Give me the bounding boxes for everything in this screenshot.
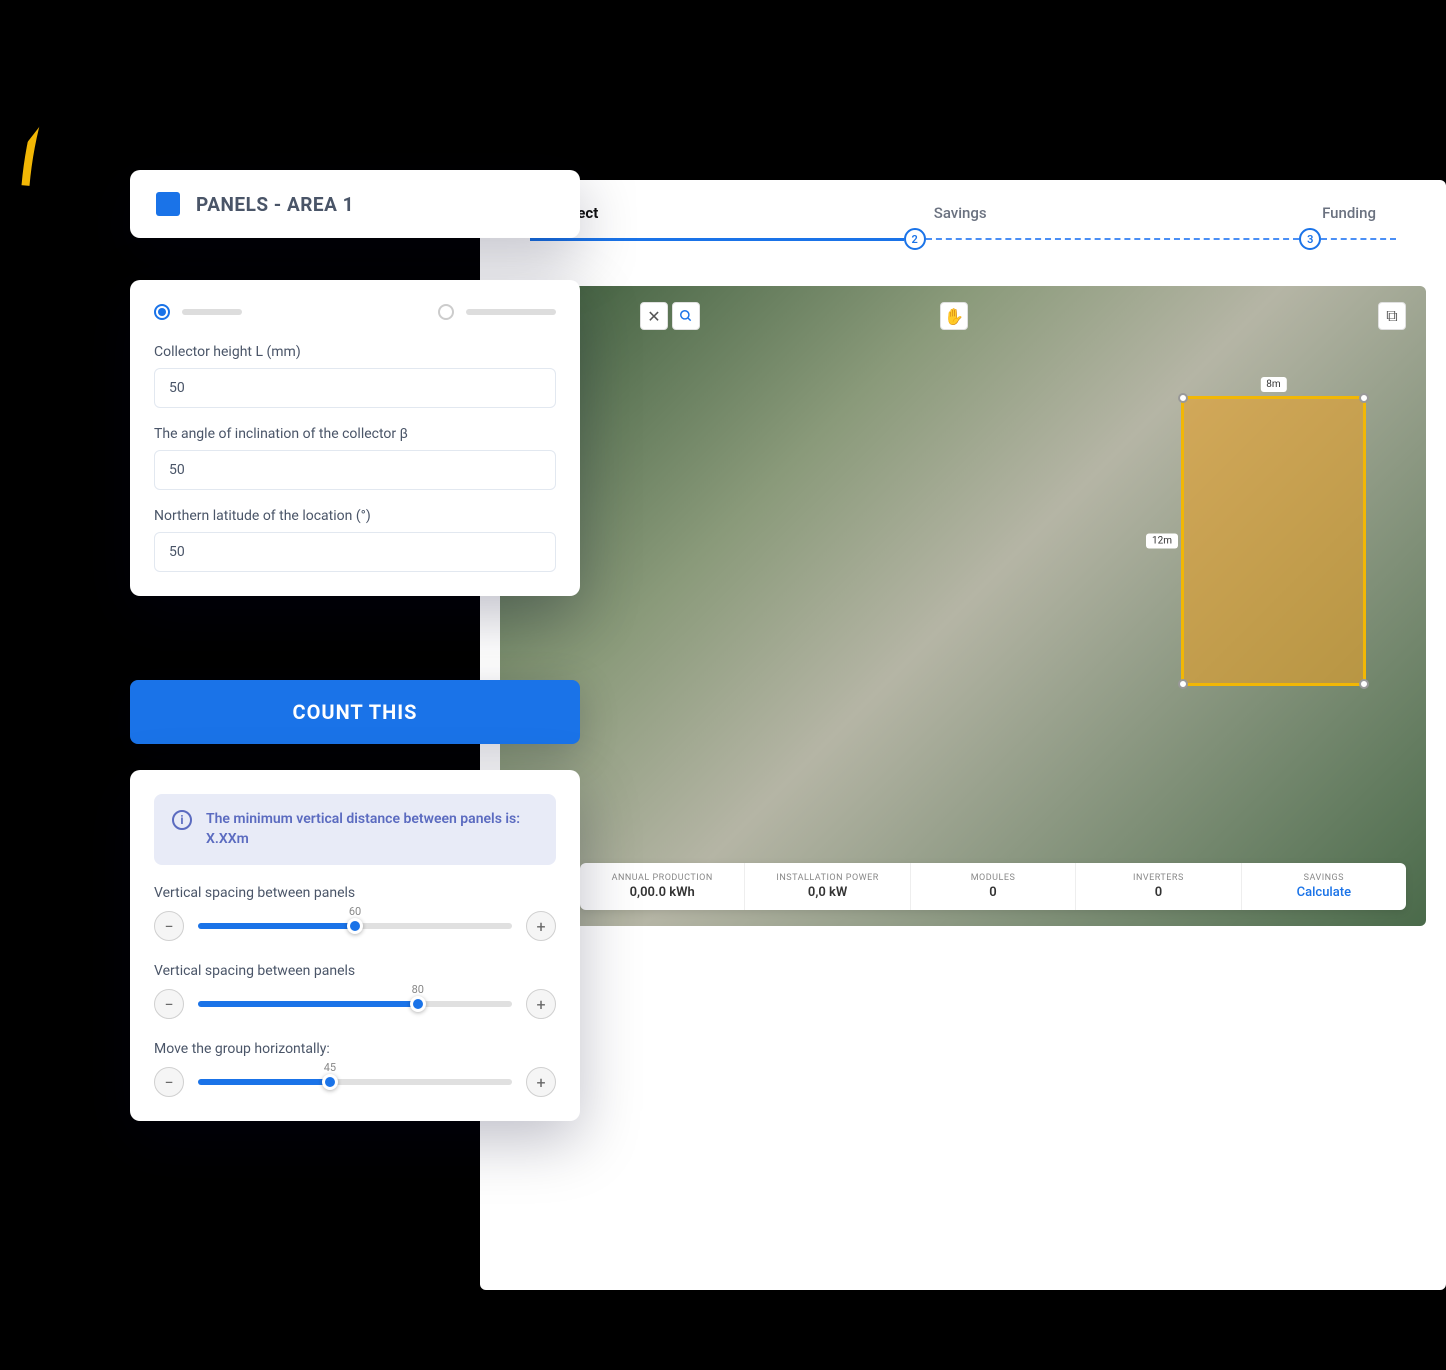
- panel-form-card: Collector height L (mm) The angle of inc…: [130, 280, 580, 596]
- inclination-label: The angle of inclination of the collecto…: [154, 426, 556, 442]
- info-text: The minimum vertical distance between pa…: [206, 810, 538, 849]
- radio-placeholder: [466, 309, 556, 315]
- step-circle-3: 3: [1299, 228, 1321, 250]
- stat-value: 0,00.0 kWh: [590, 885, 734, 900]
- stat-label: SAVINGS: [1252, 873, 1396, 883]
- radio-option1[interactable]: [154, 304, 170, 320]
- increment-button[interactable]: +: [526, 989, 556, 1019]
- stat-label: MODULES: [921, 873, 1065, 883]
- mode-selector: [154, 304, 556, 320]
- search-icon[interactable]: [672, 302, 700, 330]
- stat-value: 0,0 kW: [755, 885, 899, 900]
- resize-handle-tl[interactable]: [1178, 393, 1188, 403]
- dimension-width: 8m: [1260, 377, 1286, 392]
- stat-label: INSTALLATION POWER: [755, 873, 899, 883]
- decrement-button[interactable]: −: [154, 989, 184, 1019]
- stat-modules: MODULES 0: [911, 863, 1076, 910]
- close-icon[interactable]: ✕: [640, 302, 668, 330]
- vspace1-slider[interactable]: 60: [198, 923, 512, 929]
- step-funding[interactable]: Funding: [1322, 204, 1376, 222]
- slider-value: 80: [412, 983, 424, 996]
- latitude-input[interactable]: [154, 532, 556, 572]
- resize-handle-bl[interactable]: [1178, 679, 1188, 689]
- calculate-link[interactable]: Calculate: [1252, 885, 1396, 900]
- vspace2-slider[interactable]: 80: [198, 1001, 512, 1007]
- stat-power: INSTALLATION POWER 0,0 kW: [745, 863, 910, 910]
- dimension-height: 12m: [1146, 534, 1178, 549]
- slider-value: 45: [324, 1061, 336, 1074]
- panel-header-card: PANELS - AREA 1: [130, 170, 580, 238]
- area-selection[interactable]: 8m 12m: [1181, 396, 1366, 686]
- collector-height-input[interactable]: [154, 368, 556, 408]
- info-icon: i: [172, 810, 192, 830]
- info-alert: i The minimum vertical distance between …: [154, 794, 556, 865]
- stats-bar: ANNUAL PRODUCTION 0,00.0 kWh INSTALLATIO…: [580, 863, 1406, 910]
- stat-inverters: INVERTERS 0: [1076, 863, 1241, 910]
- hmove-label: Move the group horizontally:: [154, 1041, 556, 1057]
- map-toolbar-left: ✕: [640, 302, 700, 330]
- step-line-1: [530, 238, 904, 241]
- map-view[interactable]: ✕ ✋ ⧉ 8m 12m ANNUAL PRODUCTION 0,00.0 kW…: [500, 286, 1426, 926]
- latitude-label: Northern latitude of the location (°): [154, 508, 556, 524]
- stat-value: 0: [1086, 885, 1230, 900]
- resize-handle-tr[interactable]: [1359, 393, 1369, 403]
- progress-stepper: Project Savings Funding 2 3: [480, 180, 1446, 246]
- main-app-window: Project Savings Funding 2 3 ✕ ✋ ⧉: [480, 180, 1446, 1290]
- panel-sliders-card: i The minimum vertical distance between …: [130, 770, 580, 1121]
- radio-placeholder: [182, 309, 242, 315]
- step-circle-2: 2: [904, 228, 926, 250]
- collector-height-label: Collector height L (mm): [154, 344, 556, 360]
- step-line-3: [1321, 238, 1396, 240]
- stat-savings[interactable]: SAVINGS Calculate: [1242, 863, 1406, 910]
- area-color-swatch[interactable]: [156, 192, 180, 216]
- decrement-button[interactable]: −: [154, 911, 184, 941]
- vspace2-label: Vertical spacing between panels: [154, 963, 556, 979]
- increment-button[interactable]: +: [526, 911, 556, 941]
- map-toolbar-right: ⧉: [1378, 302, 1406, 330]
- vspace1-label: Vertical spacing between panels: [154, 885, 556, 901]
- radio-option2[interactable]: [438, 304, 454, 320]
- stat-value: 0: [921, 885, 1065, 900]
- stat-label: ANNUAL PRODUCTION: [590, 873, 734, 883]
- hmove-slider[interactable]: 45: [198, 1079, 512, 1085]
- panel-title: PANELS - AREA 1: [196, 193, 354, 216]
- inclination-input[interactable]: [154, 450, 556, 490]
- map-toolbar-mid: ✋: [940, 302, 968, 330]
- decrement-button[interactable]: −: [154, 1067, 184, 1097]
- increment-button[interactable]: +: [526, 1067, 556, 1097]
- copy-icon[interactable]: ⧉: [1378, 302, 1406, 330]
- resize-handle-br[interactable]: [1359, 679, 1369, 689]
- hand-icon[interactable]: ✋: [940, 302, 968, 330]
- slider-value: 60: [349, 905, 361, 918]
- step-line-2: [926, 238, 1300, 240]
- stat-production: ANNUAL PRODUCTION 0,00.0 kWh: [580, 863, 745, 910]
- count-button[interactable]: COUNT THIS: [130, 680, 580, 744]
- stat-label: INVERTERS: [1086, 873, 1230, 883]
- step-savings[interactable]: Savings: [934, 204, 987, 222]
